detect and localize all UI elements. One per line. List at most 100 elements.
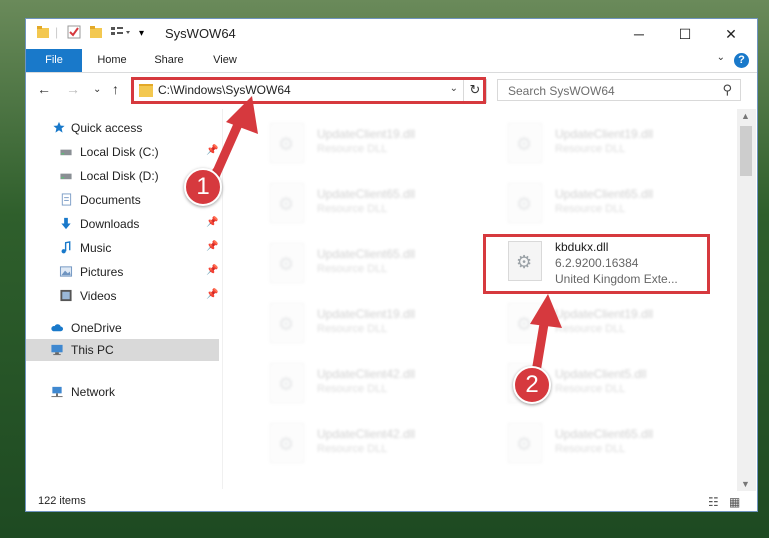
cloud-icon — [51, 324, 64, 332]
status-bar: 122 items ☷ ▦ — [26, 491, 757, 511]
drive-icon — [60, 173, 72, 180]
sidebar-item-label: Quick access — [71, 121, 143, 135]
ribbon-expand-icon[interactable]: ⌄ — [717, 52, 725, 63]
sidebar-item-pictures[interactable]: Pictures 📌 — [26, 261, 219, 283]
vertical-scrollbar[interactable]: ▲ ▼ — [737, 109, 756, 491]
help-button[interactable]: ? — [734, 53, 749, 68]
sidebar-item-label: Network — [71, 385, 116, 399]
new-folder-icon[interactable] — [89, 25, 103, 42]
file-item[interactable]: UpdateClient65.dll Resource DLL — [485, 177, 705, 223]
dll-file-icon — [508, 303, 542, 343]
sidebar-item-this-pc[interactable]: This PC — [26, 339, 219, 361]
sidebar-item-label: Videos — [80, 289, 117, 303]
recent-locations-icon[interactable]: ⌄ — [93, 84, 101, 95]
pin-icon[interactable]: 📌 — [206, 145, 218, 156]
tab-view[interactable]: View — [202, 49, 248, 72]
file-name: UpdateClient65.dll — [317, 247, 416, 261]
file-item[interactable]: UpdateClient19.dll Resource DLL — [485, 117, 705, 163]
pictures-icon — [59, 266, 73, 277]
pin-icon[interactable]: 📌 — [206, 265, 218, 276]
sidebar-item-network[interactable]: Network — [26, 381, 219, 403]
folder-icon — [36, 25, 50, 42]
sidebar-item-label: This PC — [71, 343, 114, 357]
scroll-down-icon[interactable]: ▼ — [741, 479, 750, 489]
file-type: Resource DLL — [317, 263, 388, 275]
dll-file-icon — [270, 123, 304, 163]
tab-file[interactable]: File — [26, 49, 82, 72]
file-item[interactable]: UpdateClient19.dll Resource DLL — [247, 297, 467, 343]
file-type: Resource DLL — [317, 443, 388, 455]
sidebar-item-onedrive[interactable]: OneDrive — [26, 317, 219, 339]
dll-file-icon — [508, 123, 542, 163]
file-name: UpdateClient65.dll — [317, 187, 416, 201]
navigation-pane: Quick access Local Disk (C:) 📌 Local Dis… — [26, 109, 222, 489]
file-item[interactable]: UpdateClient19.dll Resource DLL — [485, 297, 705, 343]
customize-toolbar-icon[interactable] — [110, 25, 132, 42]
download-icon — [61, 217, 71, 230]
sidebar-item-music[interactable]: Music 📌 — [26, 237, 219, 259]
sidebar-item-label: Local Disk (C:) — [80, 145, 159, 159]
qa-dropdown-icon[interactable]: ▾ — [139, 28, 144, 39]
file-type: Resource DLL — [317, 143, 388, 155]
search-input[interactable] — [506, 81, 710, 101]
dll-file-icon — [270, 303, 304, 343]
window-title: SysWOW64 — [165, 26, 236, 41]
file-name: UpdateClient65.dll — [555, 187, 654, 201]
step-badge-1: 1 — [184, 168, 222, 206]
up-arrow-icon[interactable]: ↑ — [112, 81, 119, 97]
file-type: Resource DLL — [317, 323, 388, 335]
close-button[interactable]: ✕ — [708, 19, 754, 49]
drive-icon — [60, 149, 72, 156]
file-highlight — [483, 234, 710, 294]
tab-home[interactable]: Home — [88, 49, 136, 72]
dll-file-icon — [270, 363, 304, 403]
minimize-button[interactable]: ─ — [616, 19, 662, 49]
file-name: UpdateClient42.dll — [317, 427, 416, 441]
sidebar-item-quick-access[interactable]: Quick access — [26, 117, 219, 139]
star-icon — [53, 121, 65, 133]
sidebar-item-local-disk-c[interactable]: Local Disk (C:) 📌 — [26, 141, 219, 163]
scroll-thumb[interactable] — [740, 126, 752, 176]
file-type: Resource DLL — [317, 203, 388, 215]
file-item[interactable]: UpdateClient65.dll Resource DLL — [247, 177, 467, 223]
file-name: UpdateClient19.dll — [317, 127, 416, 141]
back-arrow-icon[interactable]: ← — [37, 81, 51, 97]
file-type: Resource DLL — [555, 143, 626, 155]
large-icons-view-icon[interactable]: ▦ — [729, 495, 740, 509]
file-name: UpdateClient42.dll — [317, 367, 416, 381]
file-item[interactable]: UpdateClient42.dll Resource DLL — [247, 357, 467, 403]
sidebar-item-label: Music — [80, 241, 112, 255]
tab-share[interactable]: Share — [144, 49, 194, 72]
file-item[interactable]: UpdateClient42.dll Resource DLL — [247, 417, 467, 463]
file-name: UpdateClient19.dll — [317, 307, 416, 321]
file-type: Resource DLL — [555, 323, 626, 335]
file-list: UpdateClient19.dll Resource DLL UpdateCl… — [223, 109, 737, 491]
address-highlight — [131, 77, 486, 104]
pin-icon[interactable]: 📌 — [206, 289, 218, 300]
file-type: Resource DLL — [555, 443, 626, 455]
dll-file-icon — [270, 243, 304, 283]
file-name: UpdateClient19.dll — [555, 307, 654, 321]
dll-file-icon — [270, 183, 304, 223]
dll-file-icon — [508, 183, 542, 223]
file-item[interactable]: UpdateClient65.dll Resource DLL — [485, 417, 705, 463]
pin-icon[interactable]: 📌 — [206, 217, 218, 228]
item-count: 122 items — [38, 495, 86, 507]
file-item[interactable]: UpdateClient19.dll Resource DLL — [247, 117, 467, 163]
details-view-icon[interactable]: ☷ — [708, 495, 719, 509]
ribbon-tabs: File Home Share View ⌄ ? — [26, 49, 757, 73]
scroll-up-icon[interactable]: ▲ — [741, 111, 750, 121]
search-box[interactable]: ⚲ — [497, 79, 741, 101]
title-bar: | ▾ SysWOW64 ─ ☐ ✕ — [26, 19, 757, 49]
search-icon[interactable]: ⚲ — [722, 82, 732, 98]
sidebar-item-videos[interactable]: Videos 📌 — [26, 285, 219, 307]
forward-arrow-icon[interactable]: → — [66, 81, 80, 97]
maximize-button[interactable]: ☐ — [662, 19, 708, 49]
pin-icon[interactable]: 📌 — [206, 241, 218, 252]
properties-icon[interactable] — [67, 25, 81, 42]
sidebar-item-label: Downloads — [80, 217, 140, 231]
sidebar-item-downloads[interactable]: Downloads 📌 — [26, 213, 219, 235]
file-item[interactable]: UpdateClient65.dll Resource DLL — [247, 237, 467, 283]
sidebar-item-label: Pictures — [80, 265, 124, 279]
sidebar-item-label: OneDrive — [71, 321, 122, 335]
